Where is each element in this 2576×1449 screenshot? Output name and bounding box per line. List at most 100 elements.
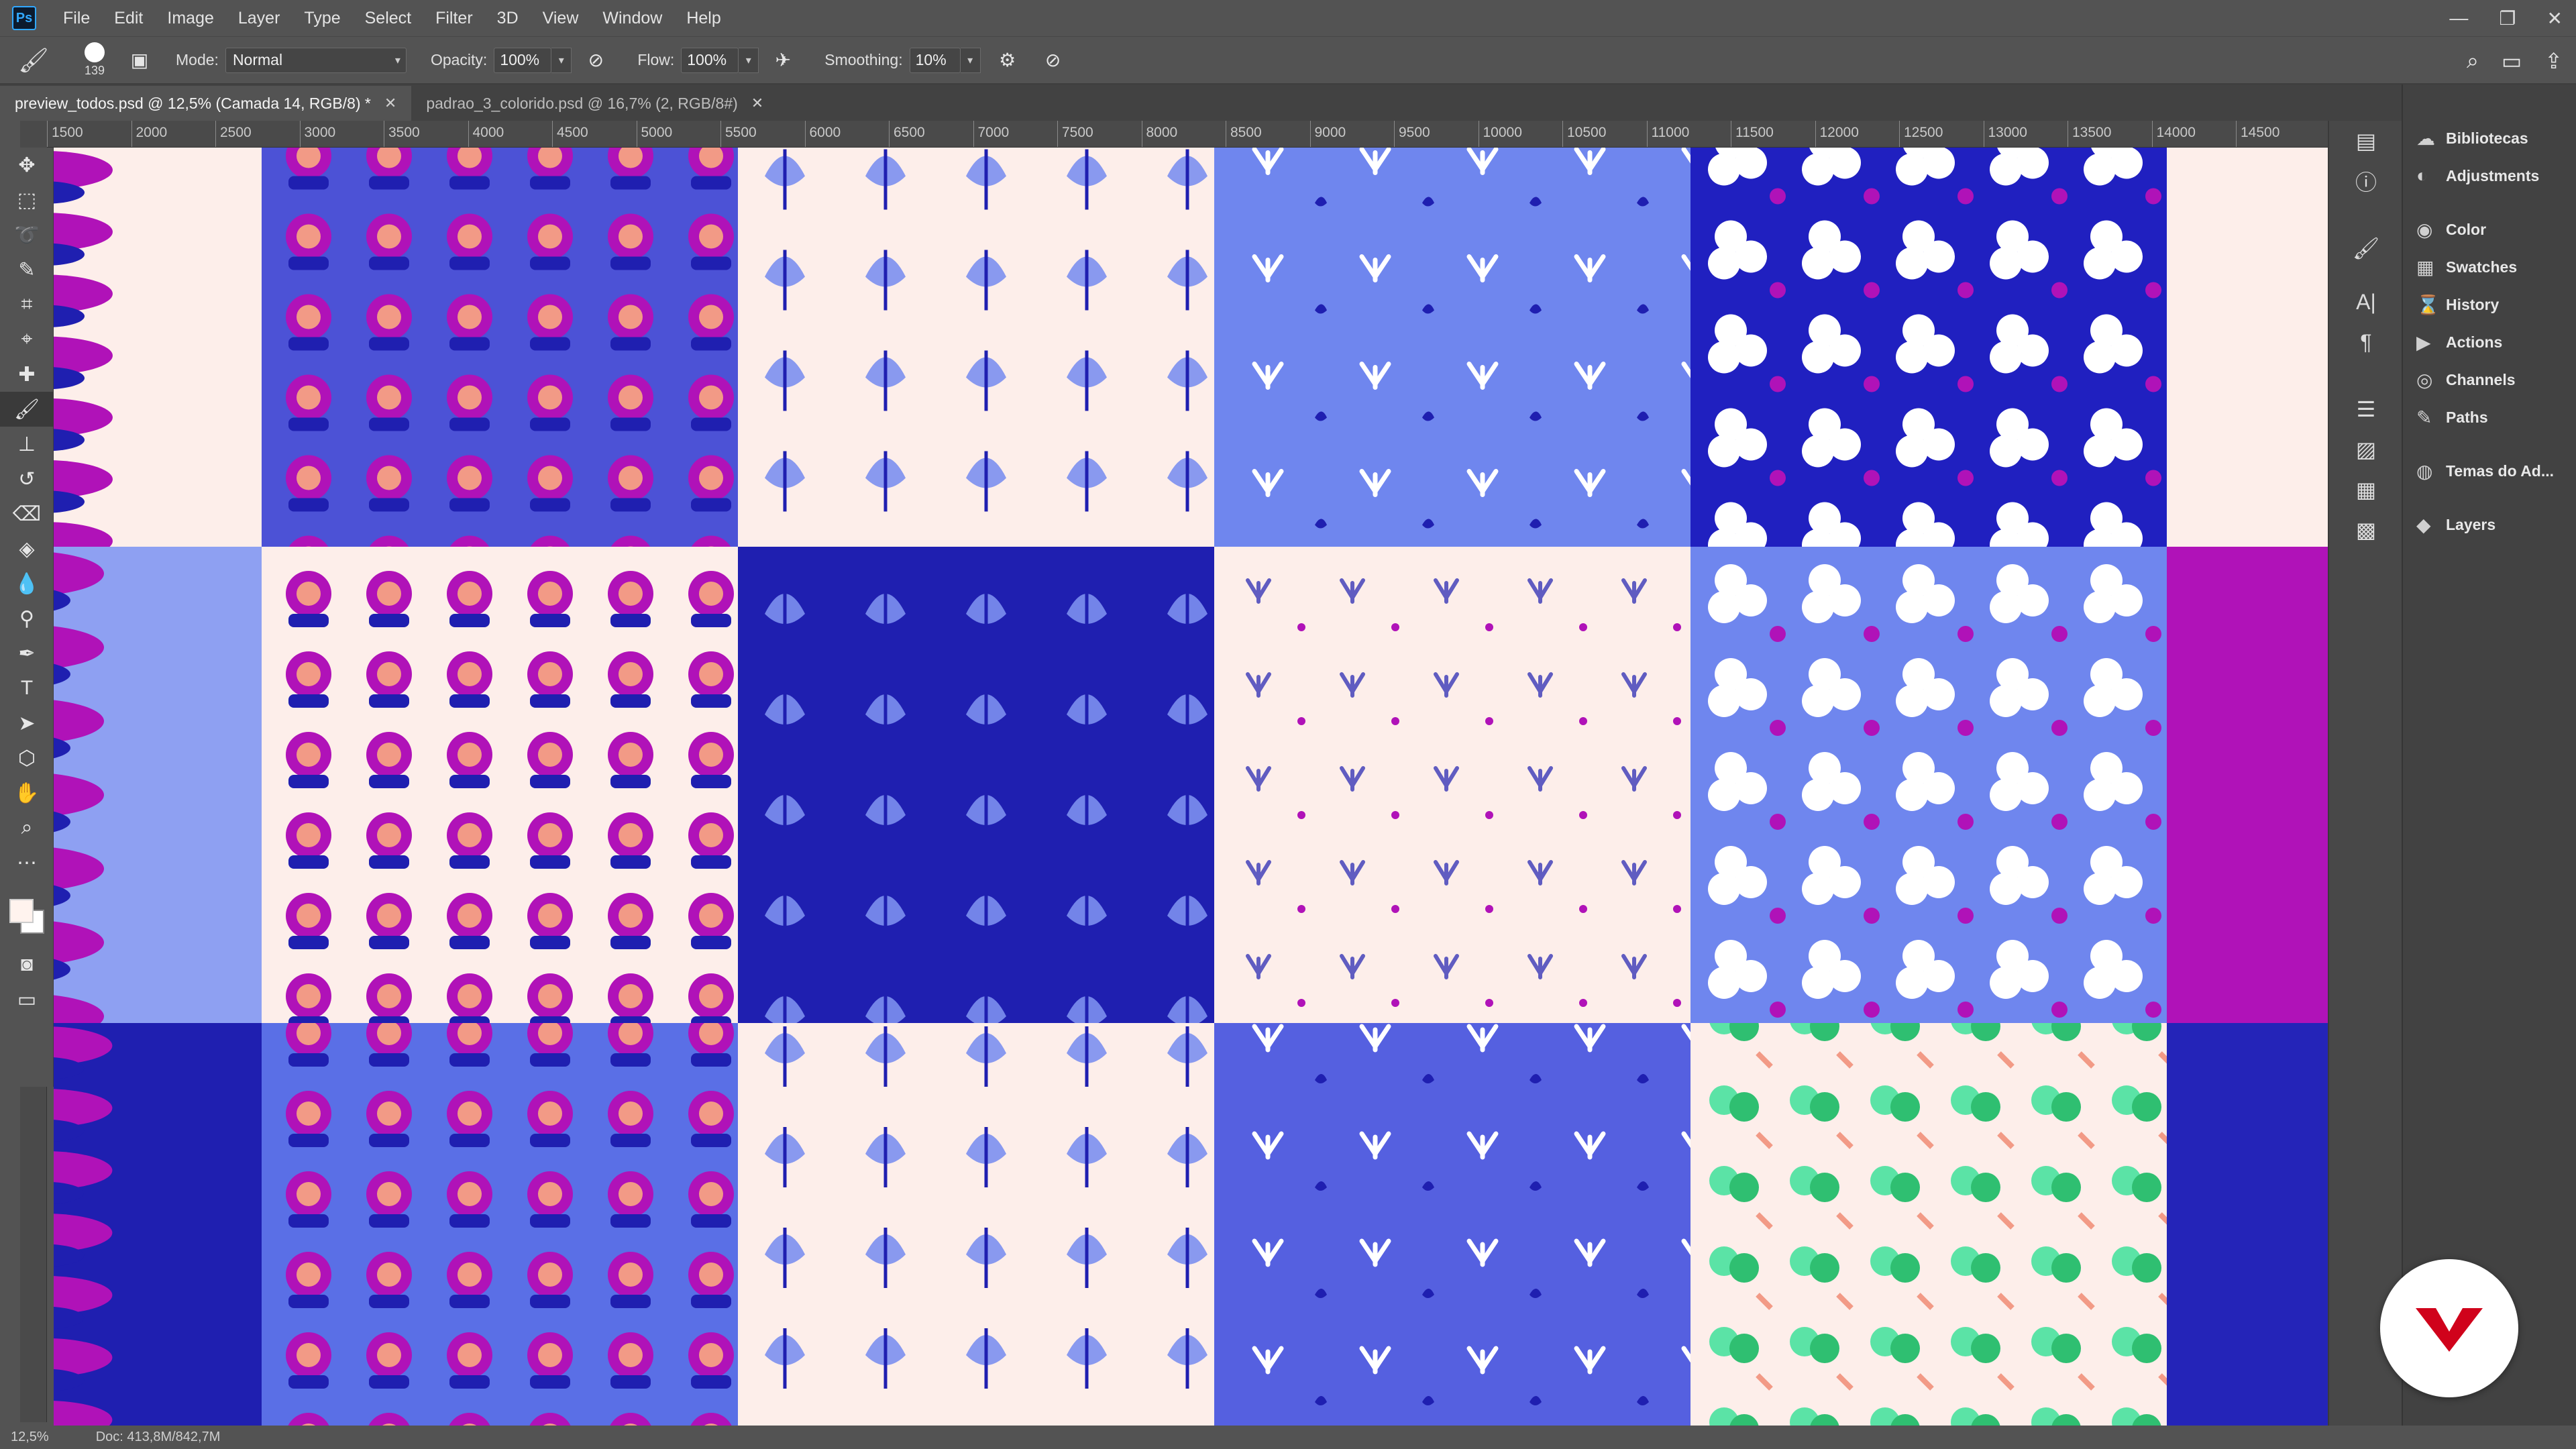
menu-3d[interactable]: 3D — [485, 9, 531, 28]
brush-settings-toggle-icon[interactable]: ▣ — [125, 46, 154, 75]
menu-file[interactable]: File — [51, 9, 102, 28]
panel-label: Bibliotecas — [2446, 129, 2528, 147]
workspace-icon[interactable]: ▭ — [2502, 48, 2522, 74]
close-icon[interactable]: ✕ — [384, 95, 396, 112]
panel-item-adjustments[interactable]: ◐ Adjustments — [2403, 157, 2576, 195]
mode-dropdown[interactable]: Normal ▾ — [225, 47, 407, 73]
styles-icon[interactable]: ▩ — [2329, 510, 2403, 550]
pressure-size-icon[interactable]: ⊘ — [1038, 46, 1068, 75]
quick-select-tool-icon[interactable]: ✎ — [0, 252, 54, 287]
panel-item-layers[interactable]: ◆ Layers — [2403, 506, 2576, 543]
dodge-tool-icon[interactable]: ⚲ — [0, 601, 54, 636]
ruler-tick-label: 8000 — [1141, 121, 1177, 147]
clone-stamp-tool-icon[interactable]: ⊥ — [0, 427, 54, 462]
panel-label: Color — [2446, 220, 2487, 238]
ruler-corner[interactable] — [20, 121, 47, 148]
airbrush-icon[interactable]: ✈ — [768, 46, 798, 75]
close-window-icon[interactable]: ✕ — [2547, 7, 2563, 30]
marquee-tool-icon[interactable]: ⬚ — [0, 182, 54, 217]
brush-tool-icon[interactable]: 🖌 — [0, 392, 54, 427]
tab-preview-todos[interactable]: preview_todos.psd @ 12,5% (Camada 14, RG… — [0, 86, 412, 121]
libraries-icon: ☁ — [2416, 127, 2435, 149]
panel-item-themes[interactable]: ◍ Temas do Ad... — [2403, 452, 2576, 490]
share-icon[interactable]: ⇪ — [2544, 48, 2563, 74]
menu-type[interactable]: Type — [292, 9, 352, 28]
menu-view[interactable]: View — [531, 9, 591, 28]
menu-help[interactable]: Help — [674, 9, 733, 28]
panel-item-swatches[interactable]: ▦ Swatches — [2403, 248, 2576, 286]
menu-image[interactable]: Image — [155, 9, 225, 28]
brush-preset-picker[interactable]: 139 — [71, 38, 118, 83]
pattern-artwork — [286, 571, 734, 1023]
doc-size[interactable]: Doc: 413,8M/842,7M — [96, 1430, 221, 1445]
horizontal-ruler[interactable]: 1500 2000 2500 3000 3500 4000 4500 5000 5500 6000… — [47, 121, 2328, 148]
pattern-tile — [738, 1023, 1214, 1426]
brush-tool-preset-icon[interactable]: 🖌 — [0, 40, 67, 80]
path-select-tool-icon[interactable]: ➤ — [0, 706, 54, 741]
opacity-chevron-icon[interactable]: ▾ — [551, 47, 572, 73]
flow-field[interactable]: 100% — [681, 47, 739, 73]
crop-tool-icon[interactable]: ⌗ — [0, 287, 54, 322]
opacity-field[interactable]: 100% — [494, 47, 552, 73]
photoshop-logo-icon[interactable]: Ps — [12, 6, 36, 30]
eyedropper-tool-icon[interactable]: ⌖ — [0, 322, 54, 357]
foreground-color-swatch[interactable] — [9, 899, 34, 923]
lasso-tool-icon[interactable]: ➰ — [0, 217, 54, 252]
menu-select[interactable]: Select — [353, 9, 423, 28]
document-canvas[interactable] — [54, 148, 2328, 1426]
shape-tool-icon[interactable]: ⬡ — [0, 741, 54, 775]
search-icon[interactable]: ⌕ — [2467, 48, 2479, 74]
patterns-icon[interactable]: ▦ — [2329, 470, 2403, 510]
paragraph-icon[interactable]: ¶ — [2329, 322, 2403, 362]
pattern-tile — [262, 547, 738, 1023]
smoothing-chevron-icon[interactable]: ▾ — [960, 47, 981, 73]
menu-layer[interactable]: Layer — [226, 9, 292, 28]
menu-window[interactable]: Window — [590, 9, 674, 28]
menu-filter[interactable]: Filter — [423, 9, 485, 28]
panel-item-actions[interactable]: ▶ Actions — [2403, 323, 2576, 361]
panel-label: Temas do Ad... — [2446, 462, 2555, 480]
type-tool-icon[interactable]: T — [0, 671, 54, 706]
pen-tool-icon[interactable]: ✒ — [0, 636, 54, 671]
panel-item-history[interactable]: ⌛ History — [2403, 286, 2576, 323]
panel-label: Adjustments — [2446, 166, 2540, 184]
quick-mask-icon[interactable]: ◙ — [0, 947, 54, 982]
color-swatches[interactable] — [0, 880, 53, 947]
menu-edit[interactable]: Edit — [102, 9, 155, 28]
panel-item-paths[interactable]: ✎ Paths — [2403, 398, 2576, 436]
info-icon[interactable]: ⓘ — [2329, 161, 2403, 201]
learn-icon[interactable]: ▤ — [2329, 121, 2403, 161]
flow-chevron-icon[interactable]: ▾ — [739, 47, 759, 73]
glyphs-icon[interactable]: ▨ — [2329, 429, 2403, 470]
ruler-tick-label: 7000 — [973, 121, 1009, 147]
tab-padrao-3-colorido[interactable]: padrao_3_colorido.psd @ 16,7% (2, RGB/8#… — [411, 86, 779, 121]
brush-settings-icon[interactable]: 🖌 — [2329, 228, 2403, 268]
minimize-icon[interactable]: — — [2449, 7, 2468, 29]
panel-item-libraries[interactable]: ☁ Bibliotecas — [2403, 119, 2576, 157]
pressure-opacity-icon[interactable]: ⊘ — [581, 46, 610, 75]
screen-mode-icon[interactable]: ▭ — [0, 982, 54, 1017]
more-tools-icon[interactable]: ⋯ — [0, 845, 54, 880]
tab-label: preview_todos.psd @ 12,5% (Camada 14, RG… — [15, 94, 371, 112]
paint-bucket-tool-icon[interactable]: ◈ — [0, 531, 54, 566]
zoom-level[interactable]: 12,5% — [11, 1430, 49, 1445]
close-icon[interactable]: ✕ — [751, 95, 763, 112]
move-tool-icon[interactable]: ✥ — [0, 148, 54, 182]
hand-tool-icon[interactable]: ✋ — [0, 775, 54, 810]
character-icon[interactable]: A| — [2329, 282, 2403, 322]
gear-icon[interactable]: ⚙ — [993, 46, 1022, 75]
blur-tool-icon[interactable]: 💧 — [0, 566, 54, 601]
ruler-tick-label: 5500 — [720, 121, 757, 147]
eraser-tool-icon[interactable]: ⌫ — [0, 496, 54, 531]
pattern-tile — [2167, 1023, 2328, 1426]
smoothing-field[interactable]: 10% — [909, 47, 961, 73]
restore-icon[interactable]: ❐ — [2499, 7, 2516, 30]
pattern-tile — [54, 547, 262, 1023]
pattern-tile — [1214, 1023, 1690, 1426]
panel-item-color[interactable]: ◉ Color — [2403, 211, 2576, 248]
panel-item-channels[interactable]: ◎ Channels — [2403, 361, 2576, 398]
history-brush-tool-icon[interactable]: ↺ — [0, 462, 54, 496]
zoom-tool-icon[interactable]: ⌕ — [0, 810, 54, 845]
properties-icon[interactable]: ☰ — [2329, 389, 2403, 429]
healing-brush-tool-icon[interactable]: ✚ — [0, 357, 54, 392]
